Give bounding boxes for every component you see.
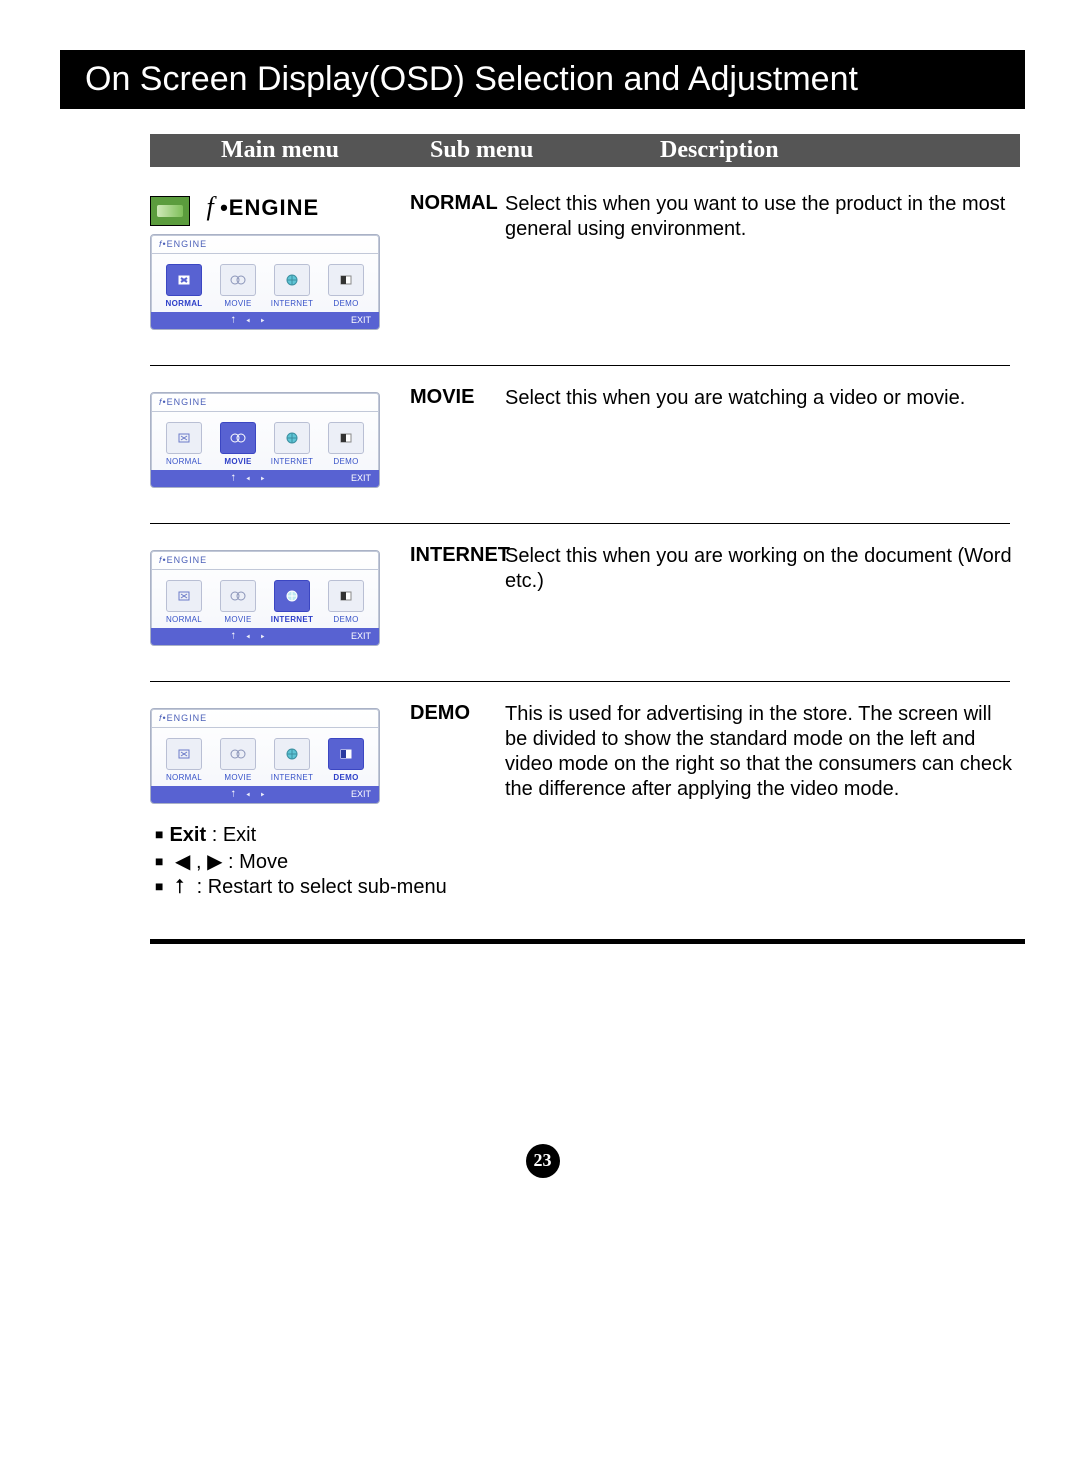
mode-movie[interactable]: MOVIE [214, 422, 262, 466]
mode-demo[interactable]: DEMO [322, 422, 370, 466]
page-title: On Screen Display(OSD) Selection and Adj… [60, 50, 1025, 109]
page-number: 23 [526, 1144, 560, 1178]
osd-exit[interactable]: EXIT [351, 631, 371, 641]
osd-exit[interactable]: EXIT [351, 789, 371, 799]
header-main: Main menu [150, 137, 410, 164]
mode-demo[interactable]: DEMO [322, 264, 370, 308]
mode-normal[interactable]: NORMAL [160, 264, 208, 308]
mode-demo[interactable]: DEMO [322, 738, 370, 782]
osd-panel-internet: f•ENGINE NORMAL MOVIE INTERNET DEMO ⭡ ◂ … [150, 550, 380, 646]
osd-panel-movie: f•ENGINE NORMAL MOVIE INTERNET DEMO ⭡ ◂ … [150, 392, 380, 488]
right-arrow-icon: ▶ [207, 851, 222, 873]
footer-bar [150, 939, 1025, 944]
engine-badge-icon [150, 196, 190, 226]
notes: ■Exit : Exit ■ ◀ , ▶ : Move ■ ⭡ : Restar… [155, 824, 1025, 899]
mode-movie[interactable]: MOVIE [214, 738, 262, 782]
mode-movie[interactable]: MOVIE [214, 580, 262, 624]
submenu-movie: MOVIE [410, 386, 505, 488]
osd-nav-icons[interactable]: ⭡ ◂ ▸ [159, 631, 341, 642]
osd-exit[interactable]: EXIT [351, 315, 371, 325]
mode-internet[interactable]: INTERNET [268, 422, 316, 466]
divider [150, 365, 1010, 366]
row-demo: f•ENGINE NORMAL MOVIE INTERNET DEMO ⭡ ◂ … [150, 702, 1025, 804]
submenu-internet: INTERNET [410, 544, 505, 646]
mode-normal[interactable]: NORMAL [160, 738, 208, 782]
header-sub: Sub menu [410, 137, 640, 164]
header-desc: Description [640, 137, 1020, 164]
table-header: Main menu Sub menu Description [150, 134, 1020, 167]
divider [150, 523, 1010, 524]
desc-movie: Select this when you are watching a vide… [505, 386, 1025, 488]
mode-demo[interactable]: DEMO [322, 580, 370, 624]
osd-nav-icons[interactable]: ⭡ ◂ ▸ [159, 473, 341, 484]
desc-demo: This is used for advertising in the stor… [505, 702, 1025, 804]
osd-nav-icons[interactable]: ⭡ ◂ ▸ [159, 315, 341, 326]
engine-title: f •ENGINE [206, 195, 319, 220]
row-movie: f•ENGINE NORMAL MOVIE INTERNET DEMO ⭡ ◂ … [150, 386, 1025, 488]
mode-internet[interactable]: INTERNET [268, 738, 316, 782]
mode-movie[interactable]: MOVIE [214, 264, 262, 308]
divider [150, 681, 1010, 682]
osd-panel-demo: f•ENGINE NORMAL MOVIE INTERNET DEMO ⭡ ◂ … [150, 708, 380, 804]
osd-nav-icons[interactable]: ⭡ ◂ ▸ [159, 789, 341, 800]
osd-exit[interactable]: EXIT [351, 473, 371, 483]
mode-normal[interactable]: NORMAL [160, 422, 208, 466]
osd-panel-normal: f•ENGINE NORMAL MOVIE INTERNET DEMO ⭡ ◂ … [150, 234, 380, 330]
desc-normal: Select this when you want to use the pro… [505, 192, 1025, 330]
mode-internet[interactable]: INTERNET [268, 264, 316, 308]
row-normal: f •ENGINE f•ENGINE NORMAL MOVIE INTERNET… [150, 192, 1025, 330]
submenu-demo: DEMO [410, 702, 505, 804]
submenu-normal: NORMAL [410, 192, 505, 330]
mode-internet[interactable]: INTERNET [268, 580, 316, 624]
row-internet: f•ENGINE NORMAL MOVIE INTERNET DEMO ⭡ ◂ … [150, 544, 1025, 646]
up-return-icon: ⭡ [175, 876, 191, 899]
left-arrow-icon: ◀ [175, 851, 190, 873]
mode-normal[interactable]: NORMAL [160, 580, 208, 624]
desc-internet: Select this when you are working on the … [505, 544, 1025, 646]
